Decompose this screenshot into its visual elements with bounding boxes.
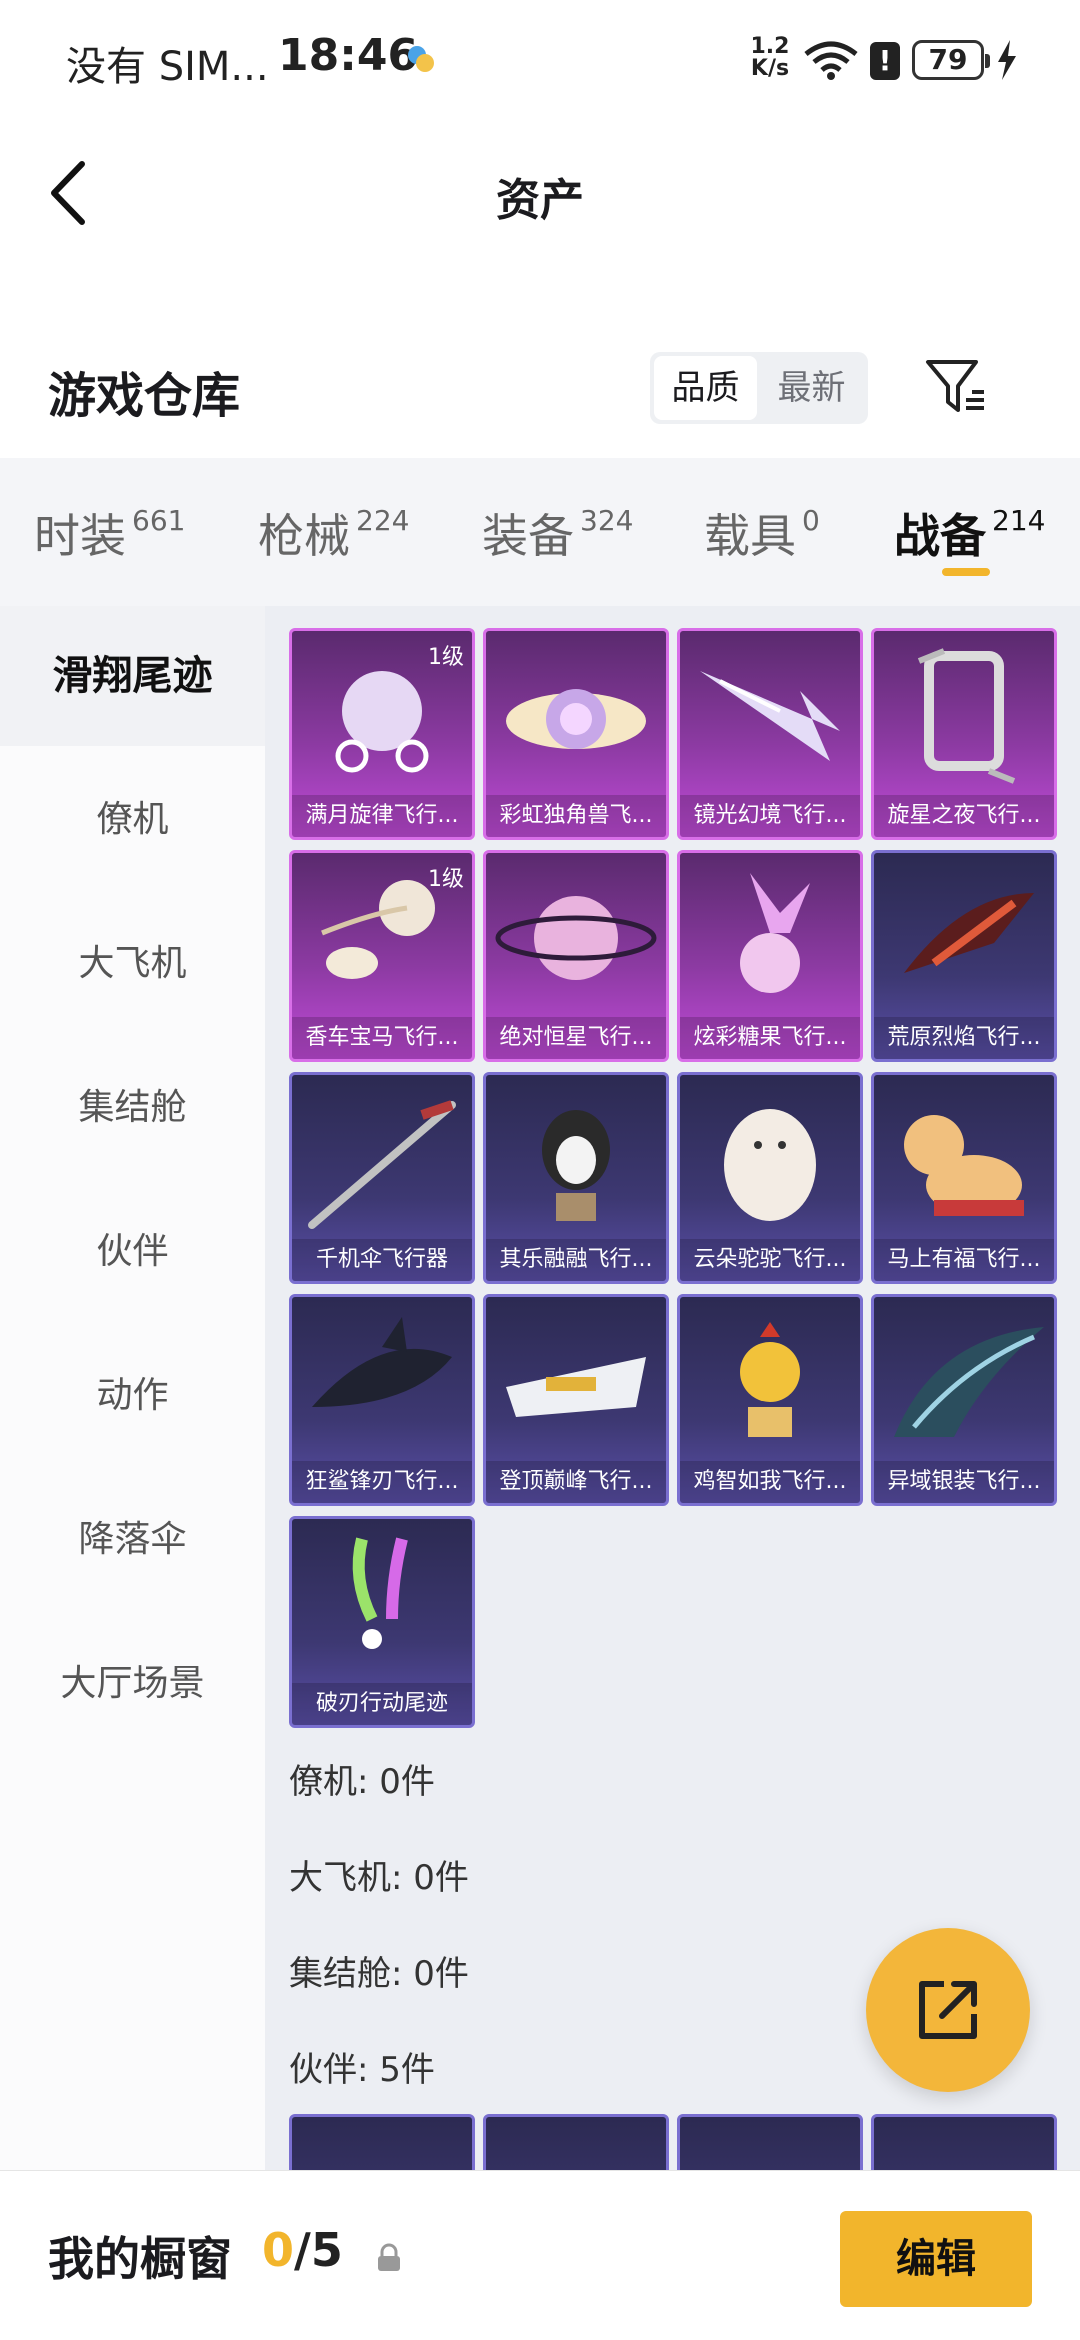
wifi-icon	[804, 41, 858, 80]
item-name: 异域银装飞行...	[874, 1461, 1054, 1503]
summary-companion: 伙伴: 5件	[289, 2050, 435, 2090]
item-name: 千机伞飞行器	[292, 1239, 472, 1281]
frame-icon	[917, 648, 1016, 784]
crystal-wing-icon	[700, 671, 840, 761]
item-name: 香车宝马飞行...	[292, 1017, 472, 1059]
pony-icon	[904, 1115, 1024, 1216]
showcase-label: 我的橱窗	[48, 2232, 232, 2286]
item-name: 炫彩糖果飞行...	[680, 1017, 860, 1059]
network-rate: 1.2 K/s	[750, 34, 790, 81]
sort-newest[interactable]: 最新	[760, 356, 863, 420]
item-name: 登顶巅峰飞行...	[486, 1461, 666, 1503]
item-name: 狂鲨锋刃飞行...	[292, 1461, 472, 1503]
sidebar-item-assembly-pod[interactable]: 集结舱	[0, 1038, 265, 1178]
level-badge: 1级	[428, 645, 464, 670]
tab-firearms[interactable]: 枪械 224	[258, 500, 409, 566]
companion-card[interactable]	[677, 2114, 863, 2170]
winged-orb-icon	[506, 689, 646, 749]
planet-icon	[495, 896, 657, 980]
summary-big-plane: 大飞机: 0件	[289, 1858, 469, 1898]
alpaca-icon	[724, 1109, 816, 1221]
item-name: 破刃行动尾迹	[292, 1683, 472, 1725]
showcase-bar: 我的橱窗 0/5 编辑	[0, 2170, 1080, 2340]
tab-combat-gear[interactable]: 战备 214	[894, 500, 1045, 566]
sidebar-item-parachute[interactable]: 降落伞	[0, 1470, 265, 1610]
share-button[interactable]	[866, 1928, 1030, 2092]
shark-icon	[312, 1317, 452, 1407]
tab-equipment[interactable]: 装备 324	[482, 500, 633, 566]
sidebar-item-companion[interactable]: 伙伴	[0, 1182, 265, 1322]
charging-icon	[998, 40, 1016, 80]
sidebar-item-big-plane[interactable]: 大飞机	[0, 894, 265, 1034]
item-name: 荒原烈焰飞行...	[874, 1017, 1054, 1059]
jet-icon	[506, 1357, 646, 1417]
item-name: 满月旋律飞行...	[292, 795, 472, 837]
sidebar-item-lobby-scene[interactable]: 大厅场景	[0, 1614, 265, 1754]
smoke-trail-icon	[352, 1537, 408, 1649]
companion-card[interactable]	[871, 2114, 1057, 2170]
companion-card[interactable]	[483, 2114, 669, 2170]
page-title: 资产	[496, 175, 584, 226]
warehouse-header: 游戏仓库 品质 最新	[0, 330, 1080, 460]
category-tabs: 时装 661 枪械 224 装备 324 载具 0 战备 214	[0, 458, 1080, 606]
item-card[interactable]: 千机伞飞行器	[289, 1072, 475, 1284]
tab-vehicles[interactable]: 载具 0	[704, 500, 820, 566]
level-badge: 1级	[428, 867, 464, 892]
item-card[interactable]: 破刃行动尾迹	[289, 1516, 475, 1728]
item-card[interactable]: 镜光幻境飞行...	[677, 628, 863, 840]
status-bar: 没有 SIM... 18:46 1.2 K/s ! 79	[0, 0, 1080, 120]
item-card[interactable]: 1级香车宝马飞行...	[289, 850, 475, 1062]
active-tab-indicator	[942, 568, 990, 576]
app-notification-icon	[408, 46, 434, 72]
page-header: 资产	[0, 120, 1080, 270]
sidebar-item-glide-trail[interactable]: 滑翔尾迹	[0, 606, 265, 746]
item-name: 镜光幻境飞行...	[680, 795, 860, 837]
item-card[interactable]: 异域银装飞行...	[871, 1294, 1057, 1506]
section-title: 游戏仓库	[48, 368, 241, 424]
item-card[interactable]: 彩虹独角兽飞...	[483, 628, 669, 840]
candy-icon	[740, 873, 810, 993]
item-card[interactable]: 旋星之夜飞行...	[871, 628, 1057, 840]
item-card[interactable]: 炫彩糖果飞行...	[677, 850, 863, 1062]
item-card[interactable]: 荒原烈焰飞行...	[871, 850, 1057, 1062]
carrier-label: 没有 SIM...	[66, 44, 269, 90]
sort-quality[interactable]: 品质	[654, 356, 757, 420]
sort-toggle: 品质 最新	[650, 352, 868, 424]
battery-icon: 79	[912, 40, 990, 80]
filter-icon[interactable]	[924, 356, 988, 420]
subcategory-sidebar: 滑翔尾迹 僚机 大飞机 集结舱 伙伴 动作 降落伞 大厅场景	[0, 606, 265, 2170]
item-card[interactable]: 登顶巅峰飞行...	[483, 1294, 669, 1506]
item-name: 鸡智如我飞行...	[680, 1461, 860, 1503]
sidebar-item-emote[interactable]: 动作	[0, 1326, 265, 1466]
summary-assembly-pod: 集结舱: 0件	[289, 1954, 469, 1994]
share-icon	[919, 1981, 977, 2039]
penguin-icon	[542, 1110, 610, 1221]
item-card[interactable]: 云朵驼驼飞行...	[677, 1072, 863, 1284]
item-name: 云朵驼驼飞行...	[680, 1239, 860, 1281]
item-name: 彩虹独角兽飞...	[486, 795, 666, 837]
item-name: 其乐融融飞行...	[486, 1239, 666, 1281]
item-card[interactable]: 鸡智如我飞行...	[677, 1294, 863, 1506]
summary-wingman: 僚机: 0件	[289, 1762, 435, 1802]
item-card[interactable]: 绝对恒星飞行...	[483, 850, 669, 1062]
item-name: 绝对恒星飞行...	[486, 1017, 666, 1059]
umbrella-icon	[308, 1100, 456, 1229]
showcase-count: 0/5	[262, 2223, 343, 2277]
flame-wing-icon	[904, 893, 1034, 973]
blade-wing-icon	[894, 1327, 1044, 1437]
companion-card[interactable]	[289, 2114, 475, 2170]
lock-icon	[378, 2243, 400, 2271]
item-name: 马上有福飞行...	[874, 1239, 1054, 1281]
tab-fashion[interactable]: 时装 661	[34, 500, 185, 566]
item-name: 旋星之夜飞行...	[874, 795, 1054, 837]
item-card[interactable]: 其乐融融飞行...	[483, 1072, 669, 1284]
clock: 18:46	[278, 30, 419, 81]
item-card[interactable]: 马上有福飞行...	[871, 1072, 1057, 1284]
chicken-icon	[740, 1322, 800, 1437]
item-card[interactable]: 1级满月旋律飞行...	[289, 628, 475, 840]
alert-icon: !	[870, 42, 900, 80]
item-card[interactable]: 狂鲨锋刃飞行...	[289, 1294, 475, 1506]
sidebar-item-wingman[interactable]: 僚机	[0, 750, 265, 890]
edit-button[interactable]: 编辑	[840, 2211, 1032, 2307]
